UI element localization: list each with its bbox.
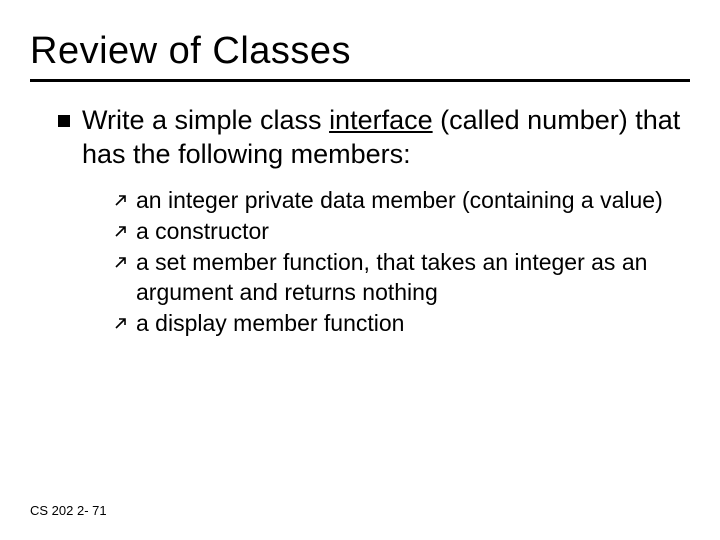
page-title: Review of Classes bbox=[30, 30, 690, 82]
arrow-up-right-icon bbox=[114, 255, 128, 269]
arrow-up-right-icon bbox=[114, 316, 128, 330]
square-bullet-icon bbox=[58, 115, 70, 127]
lead-pre: Write a simple class bbox=[82, 105, 329, 135]
lead-text: Write a simple class interface (called n… bbox=[82, 104, 690, 172]
lead-underlined: interface bbox=[329, 105, 433, 135]
list-item-text: a display member function bbox=[136, 309, 404, 338]
slide-footer: CS 202 2- 71 bbox=[30, 503, 107, 518]
arrow-up-right-icon bbox=[114, 193, 128, 207]
list-item-text: a set member function, that takes an int… bbox=[136, 248, 690, 307]
arrow-up-right-icon bbox=[114, 224, 128, 238]
bullet-level1: Write a simple class interface (called n… bbox=[58, 104, 690, 172]
slide: Review of Classes Write a simple class i… bbox=[0, 0, 720, 540]
list-item: a set member function, that takes an int… bbox=[114, 248, 690, 307]
list-item-text: an integer private data member (containi… bbox=[136, 186, 663, 215]
list-item: an integer private data member (containi… bbox=[114, 186, 690, 215]
slide-body: Write a simple class interface (called n… bbox=[30, 104, 690, 339]
list-item: a constructor bbox=[114, 217, 690, 246]
list-item: a display member function bbox=[114, 309, 690, 338]
list-item-text: a constructor bbox=[136, 217, 269, 246]
sub-bullet-group: an integer private data member (containi… bbox=[58, 186, 690, 339]
